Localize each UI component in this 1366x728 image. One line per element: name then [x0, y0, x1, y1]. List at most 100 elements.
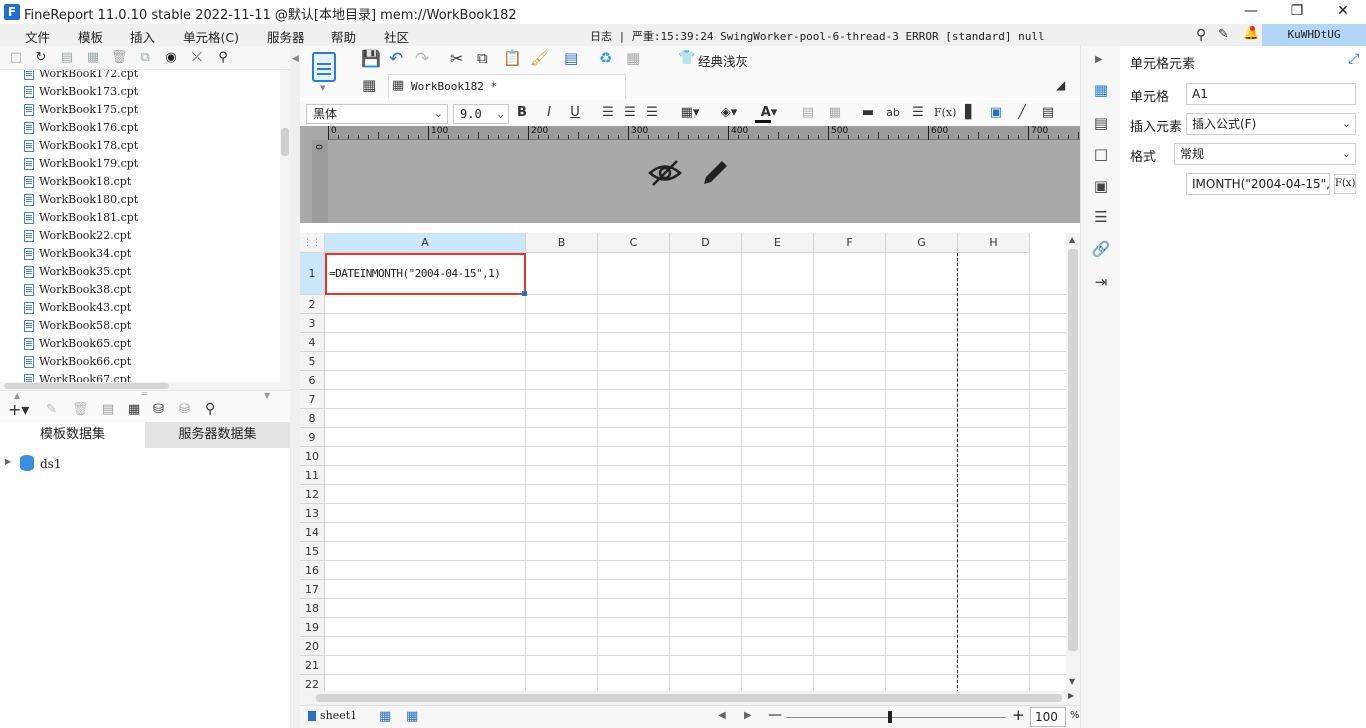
zoom-slider-track[interactable] [786, 717, 1006, 718]
copy-icon[interactable]: ⧉ [137, 50, 153, 66]
row-header[interactable]: 12 [300, 485, 325, 504]
search-templates-icon[interactable]: ⚲ [215, 50, 231, 66]
split-cells-icon[interactable]: ▦ [825, 104, 845, 122]
template-settings-icon[interactable]: ▦ [626, 49, 640, 67]
insert-formula-icon[interactable]: F(x) [934, 104, 956, 122]
edit-pencil-icon[interactable] [700, 156, 732, 188]
row-header[interactable]: 6 [300, 371, 325, 390]
select-all-corner[interactable]: ⋮⋮ [300, 233, 325, 253]
search-icon[interactable]: ⚲ [1196, 27, 1206, 43]
redo-icon[interactable]: ↷ [415, 49, 429, 69]
row-header[interactable]: 1 [300, 253, 325, 295]
row-header[interactable]: 11 [300, 466, 325, 485]
search-dataset-icon[interactable]: ⚲ [205, 401, 215, 417]
format-painter-icon[interactable]: 🖌 [530, 49, 549, 67]
delete-dataset-icon[interactable]: 🗑 [72, 402, 89, 417]
grid-horizontal-scrollbar[interactable]: ▶ [300, 691, 1080, 705]
expand-arrow-icon[interactable]: ▶ [5, 457, 11, 466]
delete-icon[interactable]: 🗑 [111, 50, 128, 66]
row-header[interactable]: 2 [300, 295, 325, 314]
row-header[interactable]: 21 [300, 656, 325, 675]
row-header[interactable]: 22 [300, 675, 325, 691]
column-header[interactable]: D [670, 233, 742, 253]
database-settings-icon[interactable]: ⛁ [179, 402, 190, 417]
insert-image-icon[interactable]: ▣ [986, 104, 1006, 122]
dataset-ds1[interactable]: ds1 [40, 457, 61, 471]
column-header[interactable]: E [742, 233, 814, 253]
zoom-input[interactable]: 100 [1030, 707, 1066, 727]
user-badge[interactable]: KuWHDtUG [1262, 24, 1366, 46]
refresh-icon[interactable]: ↻ [33, 50, 49, 66]
zoom-in-button[interactable]: + [1012, 706, 1025, 724]
insert-slash-icon[interactable]: ╱ [1012, 104, 1032, 122]
hyperlink-icon[interactable]: 🔗 [1091, 239, 1111, 259]
restore-button[interactable]: ❐ [1274, 0, 1320, 24]
menu-community[interactable]: 社区 [384, 27, 409, 46]
copy-toolbar-icon[interactable]: ⧉ [477, 49, 488, 67]
format-select[interactable]: 常规 ⌄ [1174, 143, 1356, 165]
insert-element-select[interactable]: 插入公式(F) ⌄ [1186, 113, 1356, 135]
cell-address-field[interactable]: A1 [1186, 83, 1356, 105]
paste-icon[interactable]: 📋 [503, 49, 522, 67]
close-button[interactable]: ✕ [1320, 0, 1366, 24]
sheet-tab-sheet1[interactable]: sheet1 [320, 709, 357, 722]
bold-button[interactable]: B [512, 104, 532, 122]
theme-icon[interactable]: 👕 [678, 50, 695, 66]
condition-attribute-icon[interactable]: ▣ [1091, 176, 1111, 196]
undo-icon[interactable]: ↶ [389, 49, 403, 69]
collapse-icon[interactable]: ⤫ [189, 50, 205, 66]
theme-label[interactable]: 经典浅灰 [698, 51, 748, 70]
cell-attribute-icon[interactable]: ▤ [1091, 113, 1111, 133]
template-icon[interactable] [312, 52, 336, 82]
open-icon[interactable]: ▤ [59, 50, 75, 66]
formula-editor-button[interactable]: F(x) [1334, 174, 1356, 194]
fill-handle[interactable] [522, 291, 527, 296]
row-header[interactable]: 9 [300, 428, 325, 447]
scroll-left-icon[interactable]: ◀ [718, 710, 726, 721]
row-header[interactable]: 14 [300, 523, 325, 542]
widget-settings-icon[interactable]: □ [1091, 144, 1111, 164]
cut-icon[interactable]: ✂ [450, 49, 463, 68]
menu-file[interactable]: 文件 [25, 27, 50, 46]
row-header[interactable]: 13 [300, 504, 325, 523]
log-message[interactable]: 日志 | 严重:15:39:24 SwingWorker-pool-6-thre… [590, 28, 1045, 44]
row-header[interactable]: 15 [300, 542, 325, 561]
row-header[interactable]: 16 [300, 561, 325, 580]
align-left-icon[interactable]: ☰ [598, 104, 618, 122]
row-header[interactable]: 5 [300, 352, 325, 371]
panel-pin-icon[interactable]: ⤢ [1348, 51, 1359, 67]
tab-template-dataset[interactable]: 模板数据集 [0, 422, 145, 448]
row-header[interactable]: 8 [300, 409, 325, 428]
dataset-params-icon[interactable]: ▦ [128, 402, 140, 417]
minimize-button[interactable]: — [1228, 0, 1274, 24]
merge-cells-icon[interactable]: ▤ [798, 104, 818, 122]
database-icon[interactable]: ⛁ [153, 402, 164, 417]
plugin-icon[interactable]: ♻ [599, 49, 612, 67]
tab-workbook182[interactable]: ▦ WorkBook182 * [388, 74, 626, 98]
row-header[interactable]: 4 [300, 333, 325, 352]
menu-insert[interactable]: 插入 [130, 27, 155, 46]
add-dataset-icon[interactable]: +▾ [8, 400, 29, 419]
tab-menu-icon[interactable]: ◢ [1056, 78, 1065, 92]
insert-richtext-icon[interactable]: ☰ [908, 104, 928, 122]
fill-color-icon[interactable]: ◈▾ [713, 104, 745, 122]
menu-cell[interactable]: 单元格(C) [183, 27, 239, 46]
menu-help[interactable]: 帮助 [331, 27, 356, 46]
insert-row-icon[interactable]: ▬ [858, 104, 878, 122]
row-header[interactable]: 20 [300, 637, 325, 656]
zoom-out-button[interactable]: — [768, 707, 782, 723]
locate-icon[interactable]: ◉ [163, 50, 179, 66]
row-header[interactable]: 18 [300, 599, 325, 618]
edit-icon[interactable]: ✎ [1218, 27, 1229, 42]
expand-attribute-icon[interactable]: ☰ [1091, 207, 1111, 227]
formula-field[interactable]: IMONTH("2004-04-15",1) [1186, 173, 1330, 195]
column-header[interactable]: A [325, 233, 526, 253]
edit-dataset-icon[interactable]: ✎ [46, 402, 57, 417]
grid-vertical-scrollbar[interactable]: ▲ ▼ [1066, 233, 1080, 691]
preview-icon[interactable]: ▤ [564, 49, 578, 67]
tab-server-dataset[interactable]: 服务器数据集 [145, 422, 290, 448]
column-header[interactable]: G [886, 233, 958, 253]
row-header[interactable]: 3 [300, 314, 325, 333]
row-header[interactable]: 10 [300, 447, 325, 466]
menu-server[interactable]: 服务器 [267, 27, 305, 46]
